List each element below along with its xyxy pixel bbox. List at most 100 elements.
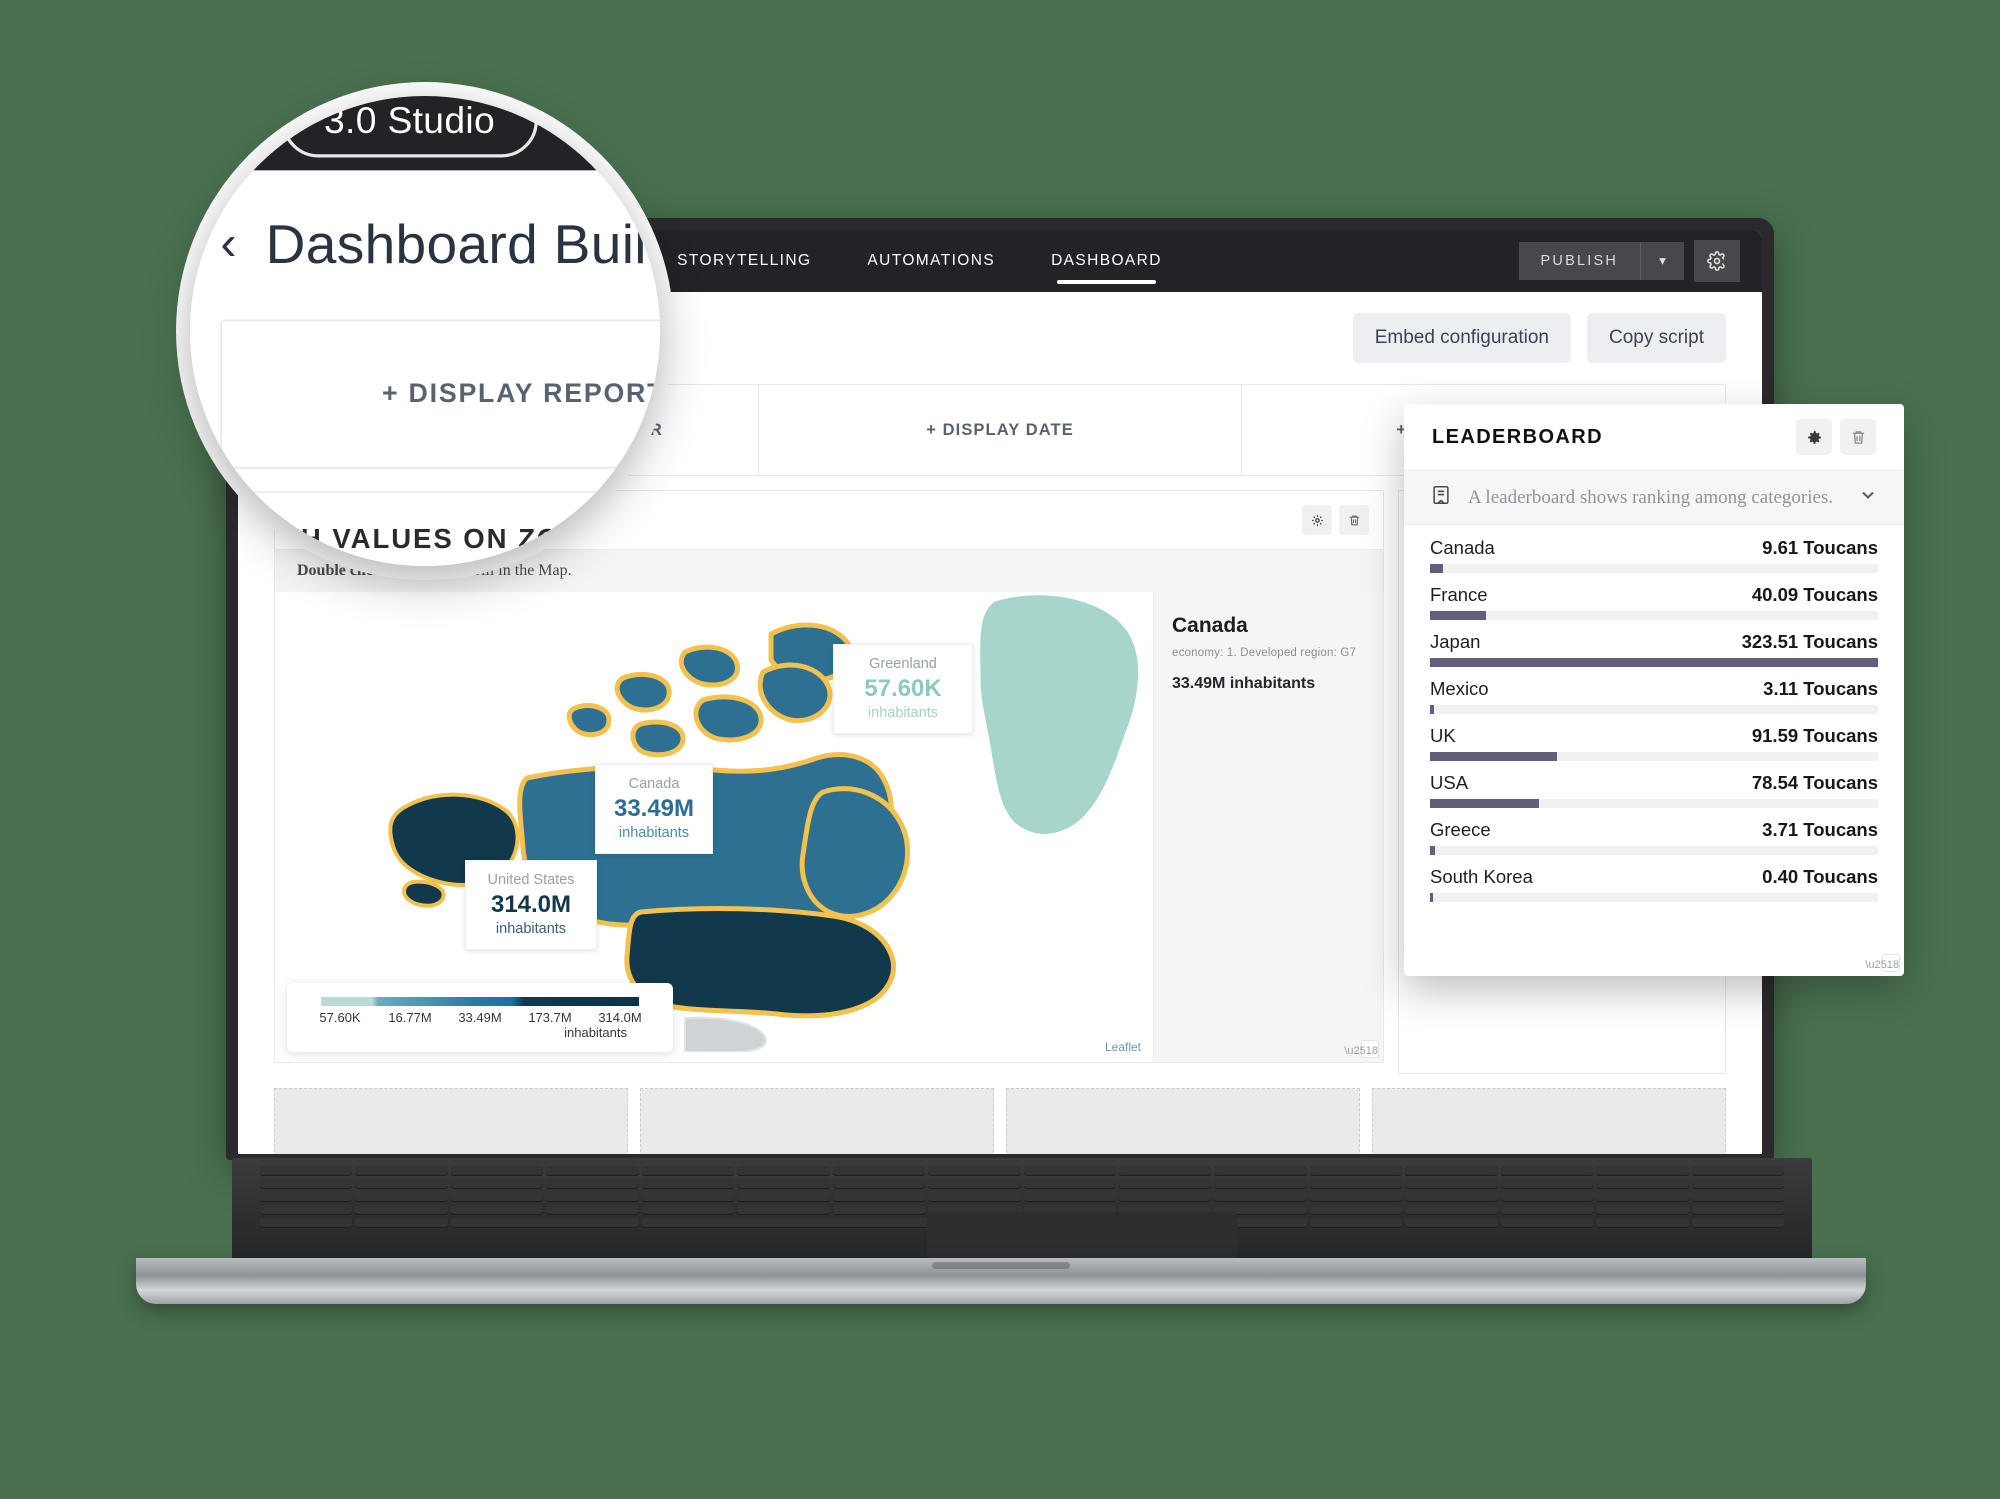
- magnifier-lens: 3.0 Studio DATAHUB STORYTELLING ‹ Dashbo…: [190, 96, 660, 566]
- key: [1023, 1192, 1116, 1202]
- magnified-app-navbar: 3.0 Studio DATAHUB STORYTELLING: [190, 96, 660, 171]
- magnified-brand-logo: 3.0 Studio: [281, 96, 538, 157]
- map-canvas[interactable]: Greenland 57.60K inhabitants Canada 33.4…: [275, 592, 1153, 1062]
- key: [737, 1192, 830, 1202]
- key: [450, 1218, 639, 1228]
- leaderboard-row-track: [1430, 752, 1878, 761]
- page-header-actions: Embed configuration Copy script: [1352, 313, 1726, 363]
- map-tooltip-greenland-unit: inhabitants: [867, 705, 939, 722]
- embed-configuration-button[interactable]: Embed configuration: [1352, 313, 1571, 363]
- map-delete-trash-icon[interactable]: [1339, 505, 1369, 535]
- copy-script-button[interactable]: Copy script: [1586, 313, 1726, 363]
- map-tooltip-united-states: United States 314.0M inhabitants: [465, 860, 597, 950]
- map-zone-canada-east: [799, 786, 911, 919]
- key: [260, 1179, 353, 1189]
- chevron-down-icon[interactable]: [1858, 485, 1878, 510]
- map-tooltip-united-states-value: 314.0M: [490, 890, 572, 918]
- leaderboard-row-bar: [1430, 564, 1444, 573]
- map-widget-actions: [1302, 505, 1369, 535]
- leaderboard-row-track: [1430, 658, 1878, 667]
- settings-gear-icon[interactable]: [1694, 240, 1740, 282]
- key: [737, 1166, 830, 1176]
- map-tooltip-canada: Canada 33.49M inhabitants: [595, 764, 713, 854]
- key: [1309, 1205, 1403, 1215]
- magnified-brand-dot-icon: [197, 99, 240, 142]
- leaderboard-header-actions: [1796, 419, 1876, 455]
- nav-item-automations[interactable]: AUTOMATIONS: [867, 230, 995, 292]
- leaderboard-panel: LEADERBOARD A leaderboard shows ranking …: [1404, 404, 1904, 976]
- map-tooltip-greenland: Greenland 57.60K inhabitants: [833, 644, 973, 734]
- map-area: Greenland 57.60K inhabitants Canada 33.4…: [275, 592, 1383, 1062]
- leaderboard-row-value: 0.40 Toucans: [1762, 866, 1878, 887]
- map-tooltip-greenland-name: Greenland: [869, 656, 937, 672]
- leaderboard-row: South Korea 0.40 Toucans: [1430, 866, 1878, 902]
- map-legend-tick-1: 16.77M: [388, 1010, 432, 1025]
- key: [1500, 1166, 1594, 1176]
- leaderboard-title: LEADERBOARD: [1432, 425, 1603, 448]
- key: [737, 1179, 830, 1189]
- leaderboard-description-bar[interactable]: A leaderboard shows ranking among catego…: [1404, 470, 1904, 525]
- key: [355, 1218, 448, 1228]
- leaderboard-row: Canada 9.61 Toucans: [1430, 537, 1878, 573]
- leaderboard-row-bar: [1430, 752, 1557, 761]
- leaderboard-row-top: USA 78.54 Toucans: [1430, 772, 1878, 794]
- key: [1405, 1205, 1498, 1215]
- key: [1500, 1218, 1594, 1228]
- key: [355, 1192, 448, 1202]
- key: [450, 1205, 544, 1215]
- map-resize-handle[interactable]: \u2518: [1344, 1040, 1379, 1058]
- leaderboard-delete-trash-icon[interactable]: [1840, 419, 1876, 455]
- map-zone-canada-arctic-2: [678, 644, 740, 688]
- map-zone-canada-arctic-5: [566, 703, 612, 738]
- map-detail-country: Canada: [1172, 614, 1248, 637]
- key: [1214, 1179, 1307, 1189]
- publish-button-group: PUBLISH ▾: [1518, 242, 1684, 280]
- leaderboard-header: LEADERBOARD: [1404, 404, 1904, 470]
- leaderboard-row-label: Japan: [1430, 631, 1481, 652]
- leaderboard-row-track: [1430, 846, 1878, 855]
- key: [1405, 1179, 1498, 1189]
- key: [260, 1205, 353, 1215]
- map-widget: WITH VALUES ON ZONE: [274, 490, 1384, 1063]
- leaderboard-row-label: Greece: [1430, 819, 1491, 840]
- display-date-button[interactable]: + DISPLAY DATE: [759, 385, 1243, 475]
- leaderboard-settings-gear-icon[interactable]: [1796, 419, 1832, 455]
- key: [1023, 1166, 1116, 1176]
- laptop-keyboard: [232, 1158, 1812, 1270]
- empty-widget-slot-2[interactable]: [640, 1088, 994, 1154]
- leaderboard-row-label: Mexico: [1430, 678, 1489, 699]
- leaderboard-row-value: 78.54 Toucans: [1751, 772, 1878, 793]
- key: [832, 1205, 926, 1215]
- key: [546, 1179, 639, 1189]
- key: [1500, 1192, 1594, 1202]
- publish-dropdown-caret-icon[interactable]: ▾: [1640, 242, 1684, 280]
- map-detail-value: 33.49M inhabitants: [1172, 675, 1316, 692]
- laptop-base: [136, 1158, 1866, 1306]
- magnified-back-chevron-icon: ‹: [220, 217, 237, 271]
- key: [1405, 1192, 1498, 1202]
- empty-widget-slot-4[interactable]: [1372, 1088, 1726, 1154]
- leaderboard-row: Japan 323.51 Toucans: [1430, 631, 1878, 667]
- map-tooltip-canada-value: 33.49M: [613, 794, 695, 822]
- key: [260, 1192, 353, 1202]
- nav-item-dashboard[interactable]: DASHBOARD: [1051, 230, 1162, 292]
- publish-button[interactable]: PUBLISH: [1518, 242, 1640, 280]
- key: [1691, 1205, 1784, 1215]
- map-legend-tick-0: 57.60K: [319, 1010, 361, 1025]
- map-legend-unit: inhabitants: [564, 1025, 627, 1040]
- map-settings-gear-icon[interactable]: [1302, 505, 1332, 535]
- key: [1309, 1192, 1403, 1202]
- key: [1596, 1218, 1689, 1228]
- key: [1691, 1179, 1784, 1189]
- key: [1118, 1166, 1212, 1176]
- key: [1118, 1179, 1212, 1189]
- leaderboard-resize-handle[interactable]: \u2518: [1865, 954, 1900, 972]
- leaderboard-row-bar: [1430, 611, 1486, 620]
- key: [1691, 1166, 1784, 1176]
- leaderboard-row-top: UK 91.59 Toucans: [1430, 725, 1878, 747]
- empty-widget-slot-3[interactable]: [1006, 1088, 1360, 1154]
- nav-item-storytelling[interactable]: STORYTELLING: [677, 230, 811, 292]
- navbar-actions: PUBLISH ▾: [1518, 240, 1740, 282]
- empty-widget-slot-1[interactable]: [274, 1088, 628, 1154]
- leaflet-attribution[interactable]: Leaflet: [1105, 1040, 1141, 1054]
